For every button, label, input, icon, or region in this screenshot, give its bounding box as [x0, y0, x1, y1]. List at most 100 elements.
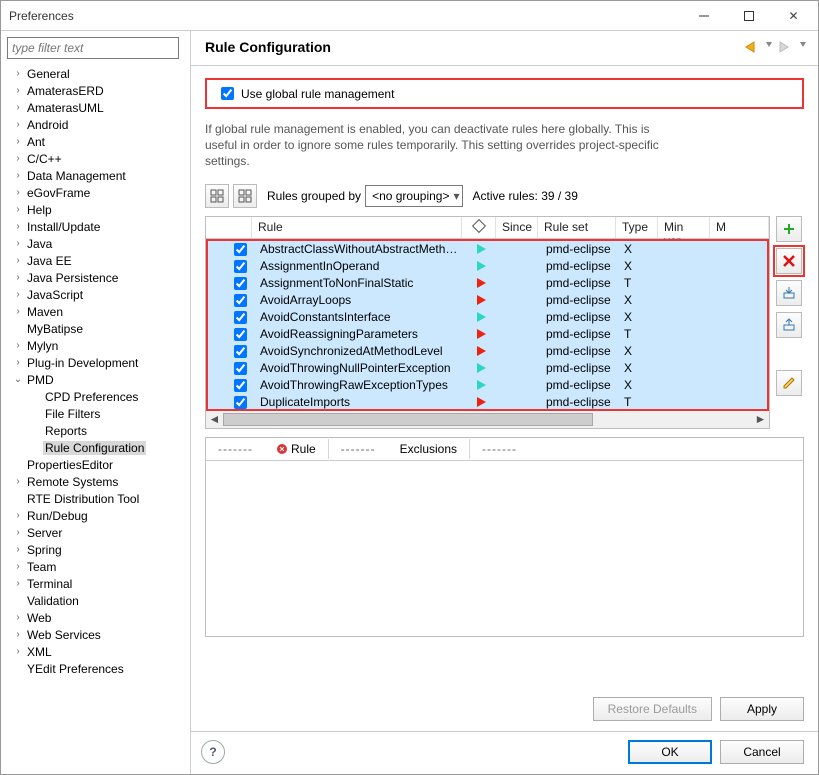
chevron-right-icon[interactable]: › [11, 238, 25, 249]
expand-all-button[interactable] [205, 184, 229, 208]
filter-input[interactable] [7, 37, 179, 59]
tree-item[interactable]: ›Install/Update [5, 218, 186, 235]
rule-checkbox[interactable] [234, 345, 247, 358]
rule-checkbox[interactable] [234, 379, 247, 392]
chevron-right-icon[interactable]: › [11, 170, 25, 181]
tree-item[interactable]: ⌄PMD [5, 371, 186, 388]
chevron-right-icon[interactable]: › [11, 187, 25, 198]
minimize-button[interactable] [681, 2, 726, 30]
tree-item[interactable]: RTE Distribution Tool [5, 490, 186, 507]
chevron-right-icon[interactable]: › [11, 136, 25, 147]
table-row[interactable]: AvoidArrayLoopspmd-eclipseX [208, 292, 767, 309]
tree-item[interactable]: ›eGovFrame [5, 184, 186, 201]
apply-button[interactable]: Apply [720, 697, 804, 721]
tree-item[interactable]: ›Java Persistence [5, 269, 186, 286]
tree-item[interactable]: ›Run/Debug [5, 507, 186, 524]
tree-item[interactable]: ›Mylyn [5, 337, 186, 354]
chevron-right-icon[interactable]: › [11, 340, 25, 351]
tree-item[interactable]: ›AmaterasERD [5, 82, 186, 99]
table-row[interactable]: AssignmentToNonFinalStaticpmd-eclipseT [208, 275, 767, 292]
forward-menu-icon[interactable] [800, 42, 806, 52]
tree-item[interactable]: ›Java EE [5, 252, 186, 269]
maximize-button[interactable] [726, 2, 771, 30]
import-rules-button[interactable] [776, 280, 802, 306]
chevron-right-icon[interactable]: › [11, 561, 25, 572]
rule-checkbox[interactable] [234, 362, 247, 375]
tree-item[interactable]: ›Plug-in Development [5, 354, 186, 371]
chevron-right-icon[interactable]: › [11, 204, 25, 215]
scroll-left-icon[interactable]: ◄ [206, 411, 223, 428]
tree-item[interactable]: ›Remote Systems [5, 473, 186, 490]
rules-table[interactable]: Rule Since Rule set Type Min ver M Abstr… [205, 216, 770, 429]
tree-item[interactable]: ›Ant [5, 133, 186, 150]
col-rule[interactable]: Rule [252, 217, 462, 238]
back-icon[interactable] [744, 41, 760, 53]
tree-item[interactable]: PropertiesEditor [5, 456, 186, 473]
chevron-right-icon[interactable]: › [11, 102, 25, 113]
tree-item[interactable]: ›JavaScript [5, 286, 186, 303]
rule-checkbox[interactable] [234, 294, 247, 307]
tree-item[interactable]: ›Data Management [5, 167, 186, 184]
chevron-right-icon[interactable]: › [11, 306, 25, 317]
rule-checkbox[interactable] [234, 243, 247, 256]
rule-checkbox[interactable] [234, 328, 247, 341]
remove-rule-button[interactable] [776, 248, 802, 274]
tree-item[interactable]: File Filters [5, 405, 186, 422]
tree-item[interactable]: ›AmaterasUML [5, 99, 186, 116]
table-row[interactable]: AbstractClassWithoutAbstractMethodpmd-ec… [208, 241, 767, 258]
tab-rule[interactable]: Rule [265, 439, 329, 459]
tree-item[interactable]: ›Maven [5, 303, 186, 320]
tree-item[interactable]: ›Java [5, 235, 186, 252]
scroll-right-icon[interactable]: ► [752, 411, 769, 428]
export-rules-button[interactable] [776, 312, 802, 338]
chevron-right-icon[interactable]: › [11, 153, 25, 164]
tree-item[interactable]: Reports [5, 422, 186, 439]
chevron-right-icon[interactable]: › [11, 544, 25, 555]
tree-item[interactable]: ›Spring [5, 541, 186, 558]
table-row[interactable]: AvoidSynchronizedAtMethodLevelpmd-eclips… [208, 343, 767, 360]
col-priority[interactable] [462, 217, 496, 238]
horizontal-scrollbar[interactable]: ◄ ► [206, 411, 769, 428]
rule-checkbox[interactable] [234, 311, 247, 324]
rule-checkbox[interactable] [234, 396, 247, 409]
cancel-button[interactable]: Cancel [720, 740, 804, 764]
chevron-right-icon[interactable]: › [11, 255, 25, 266]
chevron-right-icon[interactable]: › [11, 578, 25, 589]
tree-item[interactable]: ›XML [5, 643, 186, 660]
edit-rule-button[interactable] [776, 370, 802, 396]
tree-item[interactable]: ›Terminal [5, 575, 186, 592]
add-rule-button[interactable] [776, 216, 802, 242]
tree-item[interactable]: YEdit Preferences [5, 660, 186, 677]
close-button[interactable] [771, 2, 816, 30]
back-menu-icon[interactable] [766, 42, 772, 52]
chevron-right-icon[interactable]: › [11, 476, 25, 487]
chevron-right-icon[interactable]: › [11, 119, 25, 130]
col-minver[interactable]: Min ver [658, 217, 710, 238]
tree-item[interactable]: Validation [5, 592, 186, 609]
chevron-right-icon[interactable]: › [11, 357, 25, 368]
tree-item[interactable]: MyBatipse [5, 320, 186, 337]
col-type[interactable]: Type [616, 217, 658, 238]
tab-exclusions[interactable]: Exclusions [388, 439, 470, 459]
table-row[interactable]: AvoidReassigningParameterspmd-eclipseT [208, 326, 767, 343]
use-global-checkbox[interactable]: Use global rule management [217, 84, 792, 103]
table-row[interactable]: AvoidConstantsInterfacepmd-eclipseX [208, 309, 767, 326]
chevron-right-icon[interactable]: › [11, 510, 25, 521]
chevron-right-icon[interactable]: › [11, 527, 25, 538]
col-ruleset[interactable]: Rule set [538, 217, 616, 238]
table-row[interactable]: AvoidThrowingRawExceptionTypespmd-eclips… [208, 377, 767, 394]
collapse-all-button[interactable] [233, 184, 257, 208]
chevron-right-icon[interactable]: › [11, 629, 25, 640]
category-tree[interactable]: ›General›AmaterasERD›AmaterasUML›Android… [5, 65, 186, 768]
chevron-right-icon[interactable]: › [11, 612, 25, 623]
chevron-right-icon[interactable]: › [11, 272, 25, 283]
tree-item[interactable]: CPD Preferences [5, 388, 186, 405]
tree-item[interactable]: ›C/C++ [5, 150, 186, 167]
table-row[interactable]: AssignmentInOperandpmd-eclipseX [208, 258, 767, 275]
tree-item[interactable]: ›Web Services [5, 626, 186, 643]
tree-item[interactable]: ›Team [5, 558, 186, 575]
table-row[interactable]: AvoidThrowingNullPointerExceptionpmd-ecl… [208, 360, 767, 377]
tree-item[interactable]: Rule Configuration [5, 439, 186, 456]
chevron-down-icon[interactable]: ⌄ [11, 374, 25, 385]
rule-checkbox[interactable] [234, 277, 247, 290]
